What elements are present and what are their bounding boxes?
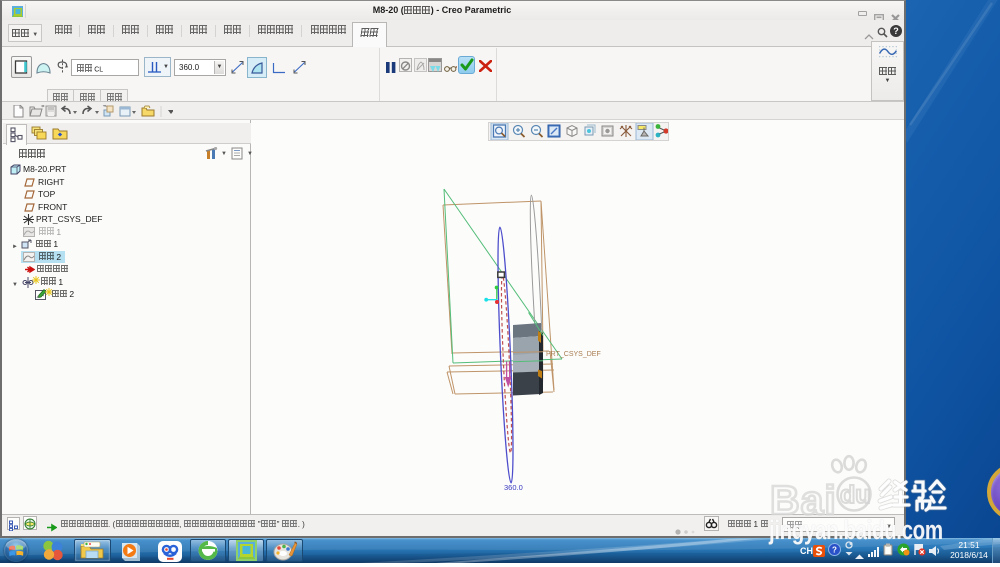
svg-text:du: du [840,481,871,509]
svg-text:360.0: 360.0 [504,483,523,492]
svg-text:?: ? [832,546,837,555]
svg-text:PRT_CSYS_DEF: PRT_CSYS_DEF [546,351,601,358]
